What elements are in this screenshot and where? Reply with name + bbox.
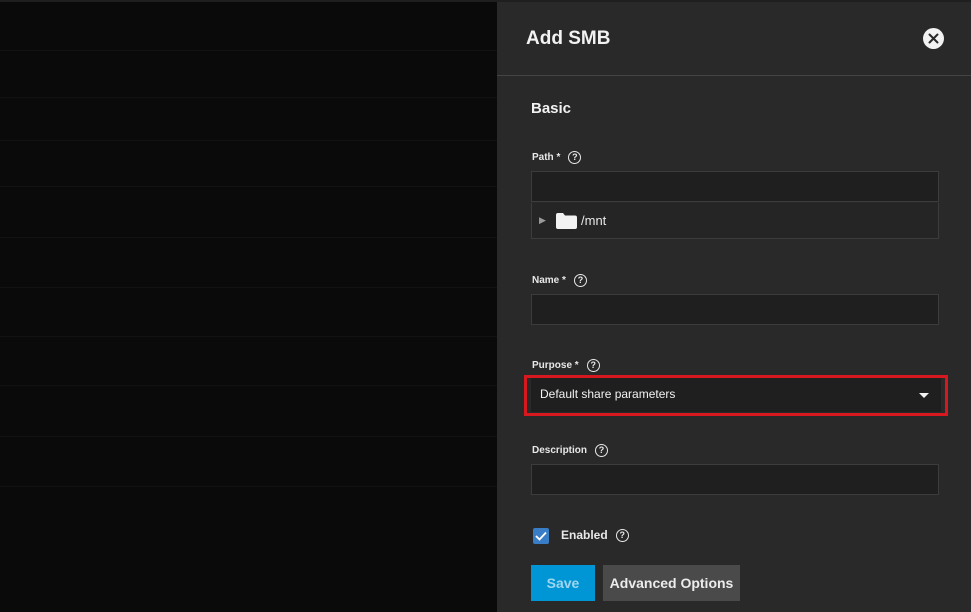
description-label: Description ? [532, 444, 609, 457]
help-icon[interactable]: ? [615, 528, 629, 542]
backdrop-divider [0, 186, 497, 187]
path-label: Path * ? [532, 151, 582, 164]
help-icon[interactable]: ? [595, 444, 609, 457]
save-button[interactable]: Save [531, 565, 595, 601]
backdrop-divider [0, 97, 497, 98]
section-title-basic: Basic [531, 100, 572, 117]
enabled-checkbox[interactable] [533, 528, 549, 544]
backdrop-divider [0, 237, 497, 238]
path-input[interactable] [531, 171, 939, 202]
backdrop-divider [0, 436, 497, 437]
required-mark: * [556, 152, 561, 163]
purpose-select[interactable]: Default share parameters [531, 378, 941, 412]
advanced-options-button[interactable]: Advanced Options [603, 565, 740, 601]
help-icon[interactable]: ? [586, 359, 600, 372]
backdrop-divider [0, 336, 497, 337]
folder-icon [556, 213, 577, 229]
name-input[interactable] [531, 294, 939, 325]
enabled-label-text: Enabled [561, 528, 608, 542]
required-mark: * [562, 275, 566, 286]
backdrop-divider [0, 140, 497, 141]
panel-title: Add SMB [526, 28, 611, 49]
chevron-down-icon [919, 393, 929, 398]
description-label-text: Description [532, 445, 588, 456]
close-icon [928, 33, 939, 44]
close-button[interactable] [923, 28, 944, 49]
tree-item-mnt[interactable]: /mnt [581, 213, 606, 228]
backdrop-divider [0, 287, 497, 288]
name-label-text: Name [532, 275, 560, 286]
purpose-label: Purpose * ? [532, 359, 600, 372]
backdrop-divider [0, 385, 497, 386]
description-input[interactable] [531, 464, 939, 495]
required-mark: * [574, 360, 579, 371]
purpose-selected-value: Default share parameters [540, 387, 676, 401]
name-label: Name * ? [532, 274, 587, 287]
backdrop-divider [0, 50, 497, 51]
panel-header: Add SMB [497, 2, 971, 76]
help-icon[interactable]: ? [568, 151, 582, 164]
expand-arrow-icon[interactable]: ▶ [539, 215, 546, 226]
path-label-text: Path [532, 152, 554, 163]
purpose-label-text: Purpose [532, 360, 573, 371]
backdrop-divider [0, 486, 497, 487]
enabled-label: Enabled ? [561, 528, 629, 542]
path-tree: ▶ /mnt [531, 203, 939, 239]
help-icon[interactable]: ? [573, 274, 587, 287]
page-backdrop [0, 0, 497, 612]
checkmark-icon [535, 531, 547, 541]
